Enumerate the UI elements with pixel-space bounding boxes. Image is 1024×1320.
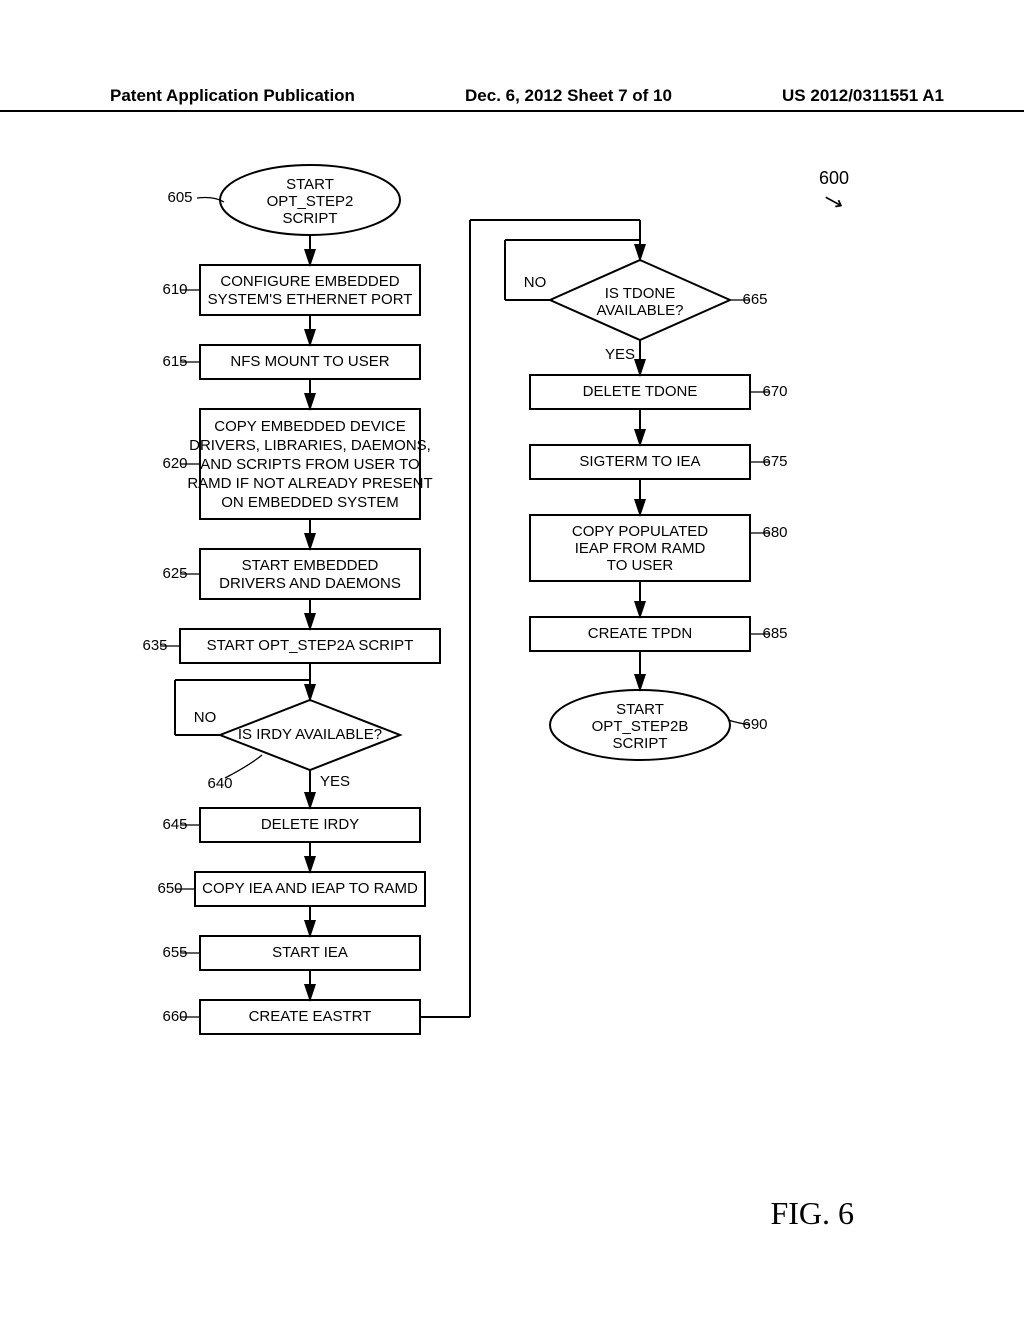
label-640: 640 bbox=[207, 775, 232, 792]
node-640-no: NO bbox=[194, 709, 217, 726]
node-640-yes: YES bbox=[320, 773, 350, 790]
page-container: Patent Application Publication Dec. 6, 2… bbox=[0, 0, 1024, 1320]
label-615: 615 bbox=[162, 353, 187, 370]
figure-label: FIG. 6 bbox=[770, 1195, 854, 1232]
label-680: 680 bbox=[762, 524, 787, 541]
node-655: START IEA bbox=[272, 944, 348, 961]
node-620-l1: COPY EMBEDDED DEVICE bbox=[214, 418, 405, 435]
node-680-l3: TO USER bbox=[607, 557, 674, 574]
node-640: IS IRDY AVAILABLE? bbox=[238, 726, 382, 743]
node-680-l1: COPY POPULATED bbox=[572, 523, 708, 540]
node-665-l2: AVAILABLE? bbox=[597, 302, 684, 319]
node-605-l2: OPT_STEP2 bbox=[267, 193, 354, 210]
node-605-l1: START bbox=[286, 176, 334, 193]
label-620: 620 bbox=[162, 455, 187, 472]
node-665-yes: YES bbox=[605, 346, 635, 363]
node-625-l2: DRIVERS AND DAEMONS bbox=[219, 575, 401, 592]
node-660: CREATE EASTRT bbox=[249, 1008, 372, 1025]
node-620-l2: DRIVERS, LIBRARIES, DAEMONS, bbox=[189, 437, 431, 454]
label-690: 690 bbox=[742, 716, 767, 733]
label-660: 660 bbox=[162, 1008, 187, 1025]
node-635: START OPT_STEP2A SCRIPT bbox=[207, 637, 414, 654]
label-650: 650 bbox=[157, 880, 182, 897]
label-685: 685 bbox=[762, 625, 787, 642]
node-690-l3: SCRIPT bbox=[612, 735, 667, 752]
node-650: COPY IEA AND IEAP TO RAMD bbox=[202, 880, 418, 897]
label-665: 665 bbox=[742, 291, 767, 308]
node-620-l3: AND SCRIPTS FROM USER TO bbox=[200, 456, 419, 473]
node-675: SIGTERM TO IEA bbox=[579, 453, 700, 470]
node-645: DELETE IRDY bbox=[261, 816, 359, 833]
node-610-l1: CONFIGURE EMBEDDED bbox=[220, 273, 399, 290]
label-605: 605 bbox=[167, 189, 192, 206]
node-610-l2: SYSTEM'S ETHERNET PORT bbox=[208, 291, 413, 308]
node-670: DELETE TDONE bbox=[583, 383, 698, 400]
node-605-l3: SCRIPT bbox=[282, 210, 337, 227]
label-655: 655 bbox=[162, 944, 187, 961]
node-690-l1: START bbox=[616, 701, 664, 718]
node-665-l1: IS TDONE bbox=[605, 285, 676, 302]
node-620-l4: RAMD IF NOT ALREADY PRESENT bbox=[187, 475, 432, 492]
node-625-l1: START EMBEDDED bbox=[242, 557, 379, 574]
node-685: CREATE TPDN bbox=[588, 625, 692, 642]
node-615: NFS MOUNT TO USER bbox=[230, 353, 389, 370]
label-645: 645 bbox=[162, 816, 187, 833]
node-690-l2: OPT_STEP2B bbox=[592, 718, 689, 735]
label-635: 635 bbox=[142, 637, 167, 654]
label-625: 625 bbox=[162, 565, 187, 582]
node-665-no: NO bbox=[524, 274, 547, 291]
label-670: 670 bbox=[762, 383, 787, 400]
label-610: 610 bbox=[162, 281, 187, 298]
flowchart: START OPT_STEP2 SCRIPT 605 CONFIGURE EMB… bbox=[0, 0, 1024, 1300]
node-680-l2: IEAP FROM RAMD bbox=[575, 540, 706, 557]
node-620-l5: ON EMBEDDED SYSTEM bbox=[221, 494, 399, 511]
label-675: 675 bbox=[762, 453, 787, 470]
